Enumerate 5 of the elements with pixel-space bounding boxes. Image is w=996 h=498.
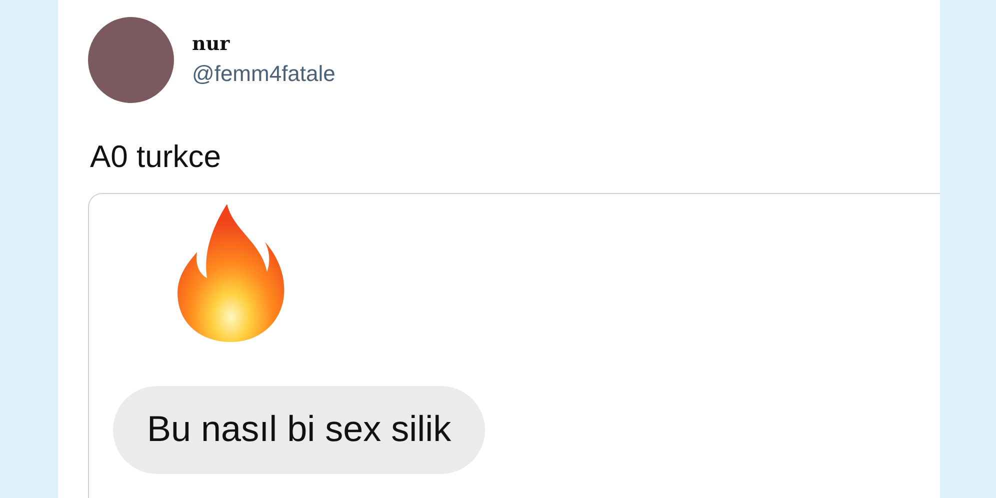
author-name: nur <box>192 33 231 55</box>
message-bubble: Bu nasıl bi sex silik <box>113 386 486 474</box>
tweet-text: A0 turkce <box>90 139 222 175</box>
author-handle: @femm4fatale <box>192 61 336 87</box>
fire-icon <box>175 202 287 342</box>
